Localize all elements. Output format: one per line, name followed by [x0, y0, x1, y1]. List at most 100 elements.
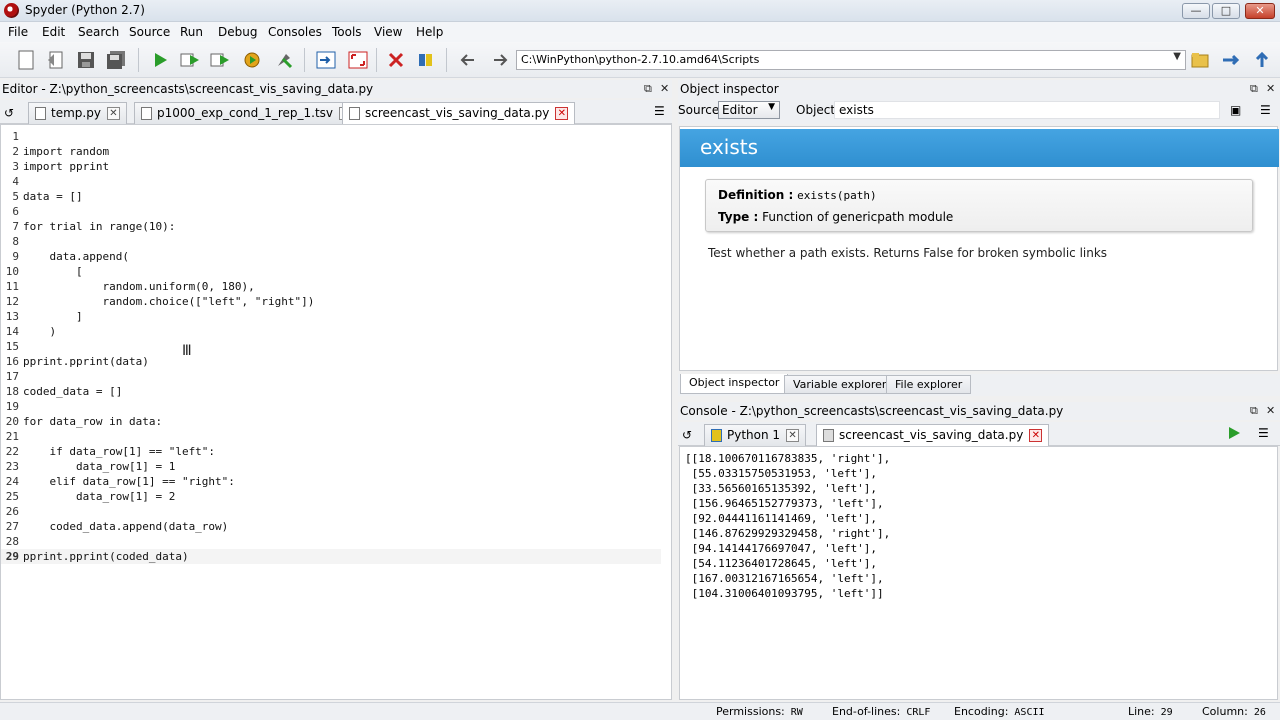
open-file-button[interactable]: [44, 48, 68, 72]
code-line[interactable]: 6: [1, 204, 661, 219]
console-output[interactable]: [[18.100670116783835, 'right'], [55.0331…: [679, 446, 1278, 700]
code-line[interactable]: 25 data_row[1] = 2: [1, 489, 661, 504]
set-directory-button[interactable]: [1218, 48, 1242, 72]
menu-search[interactable]: Search: [78, 25, 119, 39]
encoding-value: ASCII: [1014, 707, 1045, 718]
tab-python-1[interactable]: Python 1 ✕: [704, 424, 807, 446]
tab-tsv-file[interactable]: p1000_exp_cond_1_rep_1.tsv✕: [134, 102, 360, 124]
code-line[interactable]: 24 elif data_row[1] == "right":: [1, 474, 661, 489]
code-line[interactable]: 1: [1, 129, 661, 144]
run-button[interactable]: [148, 48, 172, 72]
maximize-pane-button[interactable]: [346, 48, 370, 72]
code-line[interactable]: 5 data = []: [1, 189, 661, 204]
maximize-button[interactable]: □: [1212, 3, 1240, 19]
code-line[interactable]: 4: [1, 174, 661, 189]
code-line[interactable]: 27 coded_data.append(data_row): [1, 519, 661, 534]
code-line[interactable]: 26: [1, 504, 661, 519]
code-line[interactable]: 20 for data_row in data:: [1, 414, 661, 429]
tab-console-script[interactable]: screencast_vis_saving_data.py ✕: [816, 424, 1050, 447]
console-output-line: [54.11236401728645, 'left'],: [685, 557, 878, 570]
code-line[interactable]: 7 for trial in range(10):: [1, 219, 661, 234]
indent-icon: [316, 51, 336, 69]
code-line[interactable]: 2 import random: [1, 144, 661, 159]
code-line[interactable]: 15: [1, 339, 661, 354]
forward-button[interactable]: [488, 48, 512, 72]
run-again-button[interactable]: [208, 48, 232, 72]
lock-icon[interactable]: ▣: [1230, 103, 1241, 117]
new-file-icon: [18, 50, 34, 70]
python-file-icon: [349, 107, 360, 120]
minimize-button[interactable]: —: [1182, 3, 1210, 19]
code-line[interactable]: 19: [1, 399, 661, 414]
run-selection-button[interactable]: [240, 48, 264, 72]
code-line[interactable]: 21: [1, 429, 661, 444]
source-select[interactable]: Editor ▼: [718, 101, 780, 119]
debug-button[interactable]: [272, 48, 296, 72]
run-config-button[interactable]: [178, 48, 202, 72]
menu-run[interactable]: Run: [180, 25, 203, 39]
pythonpath-button[interactable]: [414, 48, 438, 72]
options-menu-icon[interactable]: ☰: [1258, 426, 1269, 440]
code-line[interactable]: 14 ): [1, 324, 661, 339]
menu-view[interactable]: View: [374, 25, 402, 39]
tab-variable-explorer[interactable]: Variable explorer: [784, 375, 896, 394]
code-line[interactable]: 9 data.append(: [1, 249, 661, 264]
menu-source[interactable]: Source: [129, 25, 170, 39]
code-editor[interactable]: 1 2 import random 3 import pprint 4 5 data = []…: [0, 124, 672, 700]
browse-directory-button[interactable]: [1188, 48, 1212, 72]
browse-tabs-icon[interactable]: ↺: [682, 428, 692, 442]
wrench-icon: [388, 52, 404, 68]
close-tab-icon[interactable]: ✕: [786, 429, 800, 442]
options-menu-icon[interactable]: ☰: [654, 104, 665, 118]
object-input[interactable]: exists: [834, 101, 1220, 119]
code-text: random.uniform(0, 180),: [23, 280, 255, 293]
tab-object-inspector[interactable]: Object inspector: [680, 374, 789, 394]
code-line[interactable]: 18 coded_data = []: [1, 384, 661, 399]
menu-consoles[interactable]: Consoles: [268, 25, 322, 39]
save-button[interactable]: [74, 48, 98, 72]
menu-file[interactable]: File: [8, 25, 28, 39]
close-tab-icon[interactable]: ✕: [106, 107, 120, 120]
browse-tabs-icon[interactable]: ↺: [4, 106, 14, 120]
code-line[interactable]: 13 ]: [1, 309, 661, 324]
code-line[interactable]: 22 if data_row[1] == "left":: [1, 444, 661, 459]
code-line[interactable]: 11 random.uniform(0, 180),: [1, 279, 661, 294]
code-line[interactable]: 29 pprint.pprint(coded_data): [1, 549, 661, 564]
object-inspector-title: Object inspector: [680, 82, 779, 96]
close-tab-icon[interactable]: ✕: [1029, 429, 1043, 442]
close-pane-icon[interactable]: ✕: [660, 82, 669, 95]
tab-screencast-vis-saving-data[interactable]: screencast_vis_saving_data.py ✕: [342, 102, 576, 125]
indent-button[interactable]: [314, 48, 338, 72]
menu-debug[interactable]: Debug: [218, 25, 257, 39]
close-window-button[interactable]: ✕: [1245, 3, 1275, 19]
menu-edit[interactable]: Edit: [42, 25, 65, 39]
close-tab-icon[interactable]: ✕: [555, 107, 569, 120]
code-text: import pprint: [23, 160, 110, 173]
console-output-line: [92.04441161141469, 'left'],: [685, 512, 878, 525]
parent-directory-button[interactable]: [1250, 48, 1274, 72]
options-menu-icon[interactable]: ☰: [1260, 103, 1271, 117]
new-file-button[interactable]: [14, 48, 38, 72]
code-line[interactable]: 3 import pprint: [1, 159, 661, 174]
menu-tools[interactable]: Tools: [332, 25, 362, 39]
back-button[interactable]: [456, 48, 480, 72]
preferences-button[interactable]: [384, 48, 408, 72]
code-line[interactable]: 17: [1, 369, 661, 384]
undock-pane-icon[interactable]: ⧉: [644, 82, 652, 96]
save-all-button[interactable]: [104, 48, 128, 72]
run-button[interactable]: [1226, 425, 1242, 444]
code-line[interactable]: 23 data_row[1] = 1: [1, 459, 661, 474]
undock-pane-icon[interactable]: ⧉: [1250, 82, 1258, 96]
close-pane-icon[interactable]: ✕: [1266, 404, 1275, 417]
tab-temp-py[interactable]: temp.py ✕: [28, 102, 127, 124]
code-line[interactable]: 12 random.choice(["left", "right"]): [1, 294, 661, 309]
undock-pane-icon[interactable]: ⧉: [1250, 404, 1258, 418]
working-directory-combo[interactable]: C:\WinPython\python-2.7.10.amd64\Scripts…: [516, 50, 1186, 70]
menu-help[interactable]: Help: [416, 25, 443, 39]
code-line[interactable]: 16 pprint.pprint(data): [1, 354, 661, 369]
close-pane-icon[interactable]: ✕: [1266, 82, 1275, 95]
code-line[interactable]: 10 [: [1, 264, 661, 279]
code-line[interactable]: 28: [1, 534, 661, 549]
code-line[interactable]: 8: [1, 234, 661, 249]
tab-file-explorer[interactable]: File explorer: [886, 375, 972, 394]
